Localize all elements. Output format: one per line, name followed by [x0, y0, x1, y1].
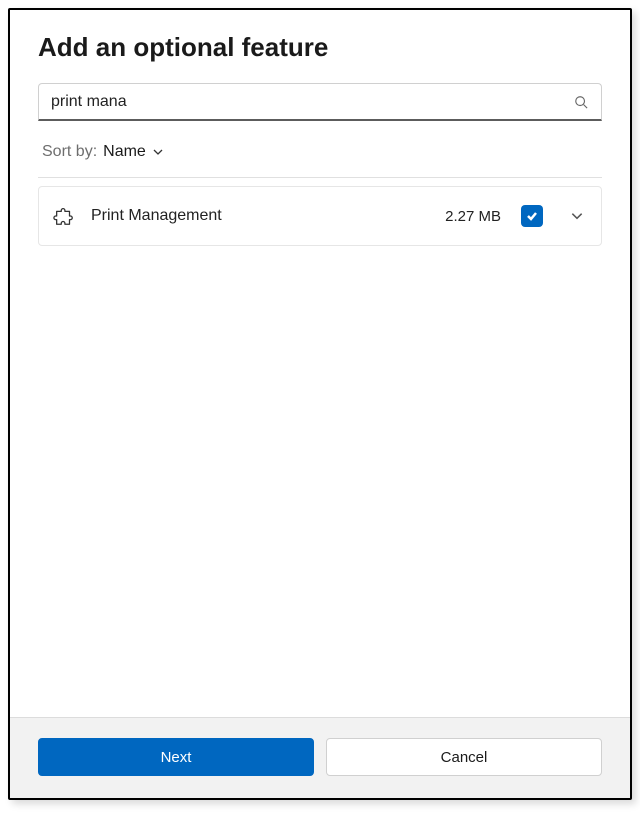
feature-list: Print Management 2.27 MB	[38, 177, 602, 246]
puzzle-icon	[53, 205, 75, 227]
sort-by-label: Sort by:	[42, 143, 97, 161]
feature-checkbox[interactable]	[521, 205, 543, 227]
next-button-label: Next	[161, 749, 192, 766]
add-optional-feature-dialog: Add an optional feature Sort by: Name	[8, 8, 632, 800]
chevron-down-icon	[570, 209, 584, 223]
spacer	[38, 246, 602, 717]
sort-dropdown[interactable]: Name	[103, 143, 164, 161]
feature-item[interactable]: Print Management 2.27 MB	[38, 186, 602, 246]
feature-size: 2.27 MB	[445, 208, 501, 225]
next-button[interactable]: Next	[38, 738, 314, 776]
cancel-button-label: Cancel	[441, 749, 488, 766]
sort-value-text: Name	[103, 143, 146, 161]
search-input[interactable]	[51, 93, 573, 111]
search-box[interactable]	[38, 83, 602, 121]
search-icon	[573, 94, 589, 110]
dialog-title: Add an optional feature	[38, 32, 602, 63]
sort-row: Sort by: Name	[42, 143, 602, 161]
button-bar: Next Cancel	[10, 718, 630, 798]
expand-button[interactable]	[567, 209, 587, 223]
feature-name: Print Management	[91, 207, 429, 225]
chevron-down-icon	[152, 146, 164, 158]
cancel-button[interactable]: Cancel	[326, 738, 602, 776]
dialog-content: Add an optional feature Sort by: Name	[10, 10, 630, 718]
check-icon	[525, 209, 539, 223]
